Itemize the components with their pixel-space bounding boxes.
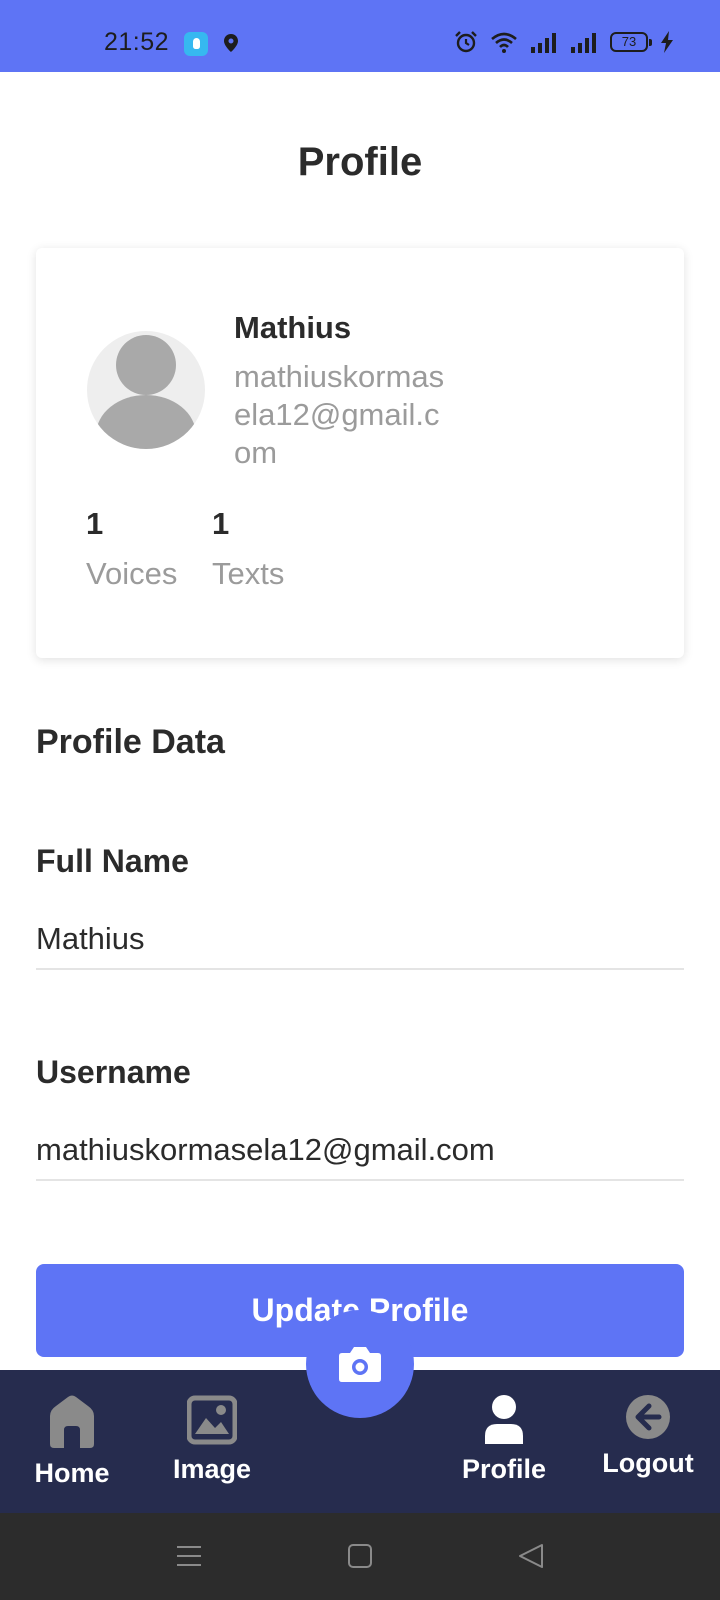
full-name-input[interactable] bbox=[36, 910, 684, 970]
signal-icon bbox=[571, 33, 596, 53]
charging-icon bbox=[661, 31, 673, 53]
location-icon bbox=[224, 34, 238, 52]
back-icon[interactable] bbox=[518, 1543, 544, 1569]
nav-profile[interactable]: Profile bbox=[444, 1394, 564, 1485]
nav-logout[interactable]: Logout bbox=[588, 1394, 708, 1479]
nav-home[interactable]: Home bbox=[12, 1394, 132, 1489]
home-icon bbox=[50, 1395, 94, 1448]
stat-texts: 1 Texts bbox=[212, 506, 284, 592]
menu-icon[interactable] bbox=[176, 1543, 202, 1569]
battery-icon: 73 bbox=[610, 32, 652, 52]
full-name-label: Full Name bbox=[36, 843, 189, 879]
camera-button[interactable] bbox=[306, 1310, 414, 1418]
profile-email: mathiuskormasela12@gmail.com bbox=[234, 359, 445, 470]
logout-arrow-icon bbox=[626, 1395, 670, 1439]
stat-voices-label: Voices bbox=[86, 556, 178, 591]
stat-texts-count: 1 bbox=[212, 506, 230, 541]
status-bar: 21:52 73 bbox=[0, 0, 720, 72]
stat-voices-count: 1 bbox=[86, 506, 104, 541]
profile-name: Mathius bbox=[234, 310, 352, 345]
nav-home-label: Home bbox=[34, 1458, 110, 1488]
page-title: Profile bbox=[297, 140, 423, 184]
username-label: Username bbox=[36, 1054, 191, 1090]
signal-icon bbox=[531, 33, 556, 53]
status-time: 21:52 bbox=[104, 28, 170, 56]
section-title: Profile Data bbox=[36, 723, 225, 761]
home-square-icon[interactable] bbox=[348, 1543, 372, 1569]
wifi-icon bbox=[491, 32, 517, 53]
nav-logout-label: Logout bbox=[602, 1448, 694, 1478]
avatar-body bbox=[96, 395, 196, 449]
user-icon bbox=[485, 1395, 523, 1444]
battery-level: 73 bbox=[621, 34, 637, 49]
camera-icon bbox=[339, 1347, 381, 1382]
avatar-head bbox=[116, 335, 176, 395]
avatar bbox=[87, 331, 205, 449]
profile-card: Mathius mathiuskormasela12@gmail.com 1 V… bbox=[36, 248, 684, 658]
stat-voices: 1 Voices bbox=[86, 506, 177, 592]
nav-image[interactable]: Image bbox=[152, 1394, 272, 1485]
status-icons: 73 bbox=[454, 30, 674, 54]
image-icon bbox=[187, 1395, 237, 1445]
system-nav-bar bbox=[0, 1513, 720, 1600]
username-input[interactable] bbox=[36, 1121, 684, 1181]
stat-texts-label: Texts bbox=[212, 556, 285, 591]
nav-image-label: Image bbox=[172, 1454, 252, 1484]
app-notification-icon bbox=[184, 32, 208, 56]
nav-profile-label: Profile bbox=[461, 1454, 547, 1484]
alarm-icon bbox=[455, 31, 477, 53]
